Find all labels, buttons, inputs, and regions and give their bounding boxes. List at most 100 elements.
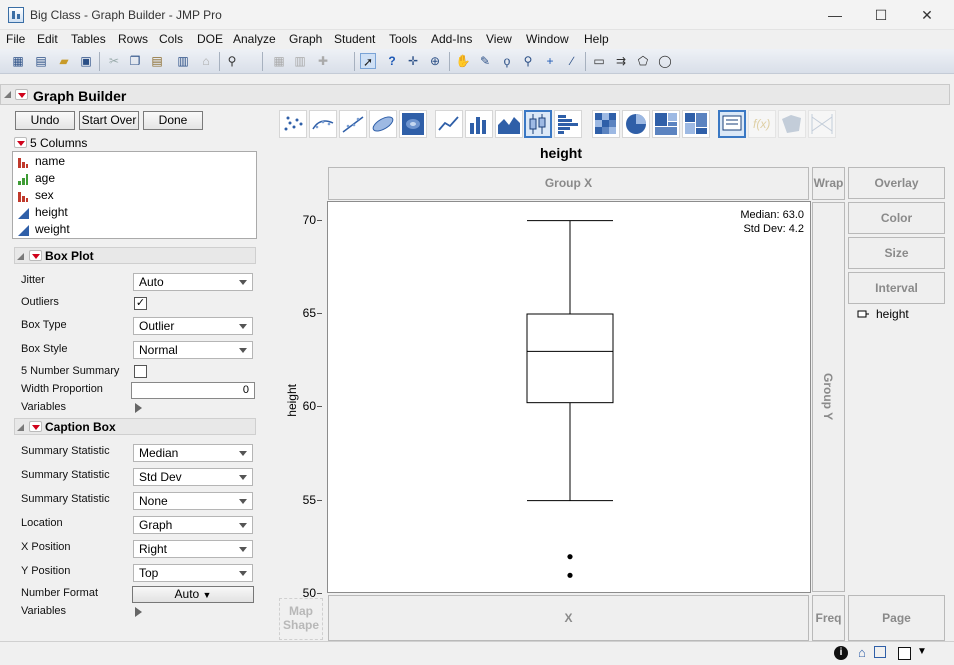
columns-list[interactable]: name age sex height weight	[12, 151, 257, 239]
help-tool-icon[interactable]: ?	[384, 53, 400, 69]
annotate-icon[interactable]: ▭	[591, 53, 607, 69]
summary-statistic-select[interactable]: Std Dev	[133, 468, 253, 486]
crosshair-icon[interactable]: ⊕	[427, 53, 443, 69]
box-plot-menu-icon[interactable]	[29, 250, 42, 261]
selection-tool-icon[interactable]: ✛	[405, 53, 421, 69]
box-type-select[interactable]: Outlier	[133, 317, 253, 335]
map-shape-zone[interactable]: Map Shape	[279, 598, 323, 640]
legend-item[interactable]: height	[856, 307, 946, 323]
menu-view[interactable]: View	[486, 32, 512, 46]
oval-icon[interactable]: ◯	[657, 53, 673, 69]
freq-zone[interactable]: Freq	[812, 595, 845, 641]
red-triangle-menu-icon[interactable]	[15, 89, 28, 100]
close-button[interactable]: ✕	[916, 4, 938, 26]
menu-cols[interactable]: Cols	[159, 32, 183, 46]
menu-rows[interactable]: Rows	[118, 32, 148, 46]
menu-help[interactable]: Help	[584, 32, 609, 46]
location-select[interactable]: Graph	[133, 516, 253, 534]
pie-chart-button[interactable]	[622, 110, 650, 138]
done-button[interactable]: Done	[143, 111, 203, 130]
window-list-icon[interactable]	[874, 646, 886, 658]
bar-chart-button[interactable]	[465, 110, 493, 138]
outliers-checkbox[interactable]: ✓	[134, 297, 147, 310]
columns-menu-icon[interactable]	[14, 137, 27, 148]
summary-statistic-select[interactable]: None	[133, 492, 253, 510]
width-proportion-input[interactable]: 0	[131, 382, 255, 399]
menu-doe[interactable]: DOE	[197, 32, 223, 46]
disclosure-icon[interactable]	[17, 253, 24, 260]
copy-icon[interactable]: ❐	[127, 53, 143, 69]
new-data-table-icon[interactable]: ▦	[10, 53, 26, 69]
histogram-chart-button[interactable]	[554, 110, 582, 138]
line-chart-button[interactable]	[435, 110, 463, 138]
brush-icon[interactable]: ✎	[477, 53, 493, 69]
menu-student[interactable]: Student	[334, 32, 375, 46]
open-folder-icon[interactable]: ▰	[56, 53, 72, 69]
box-plot-chart-button[interactable]	[524, 110, 552, 138]
caption-box-menu-icon[interactable]	[29, 421, 42, 432]
paste-icon[interactable]: ▤	[149, 53, 165, 69]
menu-edit[interactable]: Edit	[37, 32, 58, 46]
x-zone[interactable]: X	[328, 595, 809, 641]
crosshairs-icon[interactable]: +	[542, 53, 558, 69]
ellipse-chart-button[interactable]	[369, 110, 397, 138]
plot-area[interactable]: Median: 63.0 Std Dev: 4.2	[327, 201, 811, 593]
menu-tables[interactable]: Tables	[71, 32, 106, 46]
disclosure-icon[interactable]	[4, 91, 11, 98]
group-x-zone[interactable]: Group X	[328, 167, 809, 200]
caption-std-dev: Std Dev: 4.2	[743, 223, 804, 235]
smoother-chart-button[interactable]	[309, 110, 337, 138]
contour-chart-button[interactable]	[399, 110, 427, 138]
grabber-hand-icon[interactable]: ✋	[455, 53, 471, 69]
group-y-zone[interactable]: Group Y	[812, 202, 845, 592]
dropdown-arrow-icon[interactable]: ▼	[917, 646, 927, 657]
area-chart-button[interactable]	[495, 110, 523, 138]
save-icon[interactable]: ▣	[78, 53, 94, 69]
menu-graph[interactable]: Graph	[289, 32, 322, 46]
minimize-button[interactable]: —	[824, 4, 846, 26]
size-zone[interactable]: Size	[848, 237, 945, 269]
y-position-select[interactable]: Top	[133, 564, 253, 582]
page-zone[interactable]: Page	[848, 595, 945, 641]
arrow-tool-icon[interactable]: ➚	[360, 53, 376, 69]
points-chart-button[interactable]	[279, 110, 307, 138]
wrap-zone[interactable]: Wrap	[812, 167, 845, 200]
line-tool-icon[interactable]: ∕	[564, 53, 580, 69]
journal-icon[interactable]: ▥	[175, 53, 191, 69]
color-zone[interactable]: Color	[848, 202, 945, 234]
treemap-chart-button[interactable]	[652, 110, 680, 138]
menu-window[interactable]: Window	[526, 32, 569, 46]
variables-expand-icon[interactable]	[135, 607, 142, 617]
caption-box-chart-button[interactable]	[718, 110, 746, 138]
cut-icon[interactable]: ✂	[106, 53, 122, 69]
interval-zone[interactable]: Interval	[848, 272, 945, 304]
menu-file[interactable]: File	[6, 32, 25, 46]
polygon-icon[interactable]: ⬠	[635, 53, 651, 69]
heatmap-chart-button[interactable]	[592, 110, 620, 138]
mosaic-chart-button[interactable]	[682, 110, 710, 138]
five-number-summary-checkbox[interactable]	[134, 365, 147, 378]
selection-box-icon[interactable]	[898, 647, 911, 660]
home-icon[interactable]: ⌂	[858, 645, 866, 660]
box-style-select[interactable]: Normal	[133, 341, 253, 359]
number-format-button[interactable]: Auto ▼	[132, 586, 254, 603]
disclosure-icon[interactable]	[17, 424, 24, 431]
new-script-icon[interactable]: ▤	[33, 53, 49, 69]
arrow-shape-icon[interactable]: ⇉	[613, 53, 629, 69]
x-position-select[interactable]: Right	[133, 540, 253, 558]
jitter-select[interactable]: Auto	[133, 273, 253, 291]
variables-expand-icon[interactable]	[135, 403, 142, 413]
magnifier-icon[interactable]: ⚲	[520, 53, 536, 69]
line-of-fit-chart-button[interactable]	[339, 110, 367, 138]
lasso-icon[interactable]: ϙ	[499, 53, 515, 69]
menu-tools[interactable]: Tools	[389, 32, 417, 46]
info-icon[interactable]: i	[834, 646, 848, 660]
start-over-button[interactable]: Start Over	[79, 111, 139, 130]
overlay-zone[interactable]: Overlay	[848, 167, 945, 199]
menu-add-ins[interactable]: Add-Ins	[431, 32, 472, 46]
menu-analyze[interactable]: Analyze	[233, 32, 276, 46]
maximize-button[interactable]: ☐	[870, 4, 892, 26]
search-icon[interactable]: ⚲	[224, 53, 240, 69]
undo-button[interactable]: Undo	[15, 111, 75, 130]
summary-statistic-select[interactable]: Median	[133, 444, 253, 462]
